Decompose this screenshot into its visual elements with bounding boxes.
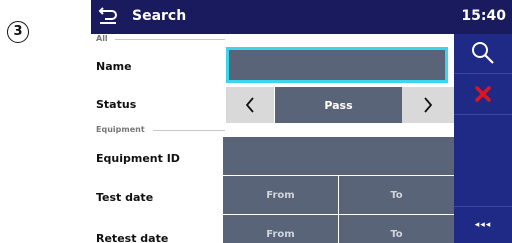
- status-value: Pass: [275, 87, 402, 123]
- more-button[interactable]: ◂◂◂: [454, 207, 512, 243]
- section-all-label: All: [96, 34, 108, 43]
- search-button[interactable]: [454, 34, 512, 72]
- equipment-id-label: Equipment ID: [96, 152, 180, 165]
- retest-date-label: Retest date: [96, 232, 169, 243]
- status-prev-button[interactable]: [226, 87, 274, 123]
- step-marker: ③ 3: [7, 21, 29, 43]
- name-label: Name: [96, 60, 132, 73]
- equipment-id-input[interactable]: [223, 137, 454, 175]
- test-date-from-button[interactable]: From: [223, 176, 338, 214]
- name-input[interactable]: [226, 47, 448, 83]
- clear-x-icon: [475, 86, 491, 102]
- search-form: All Name Status Pass Equipment Equipment…: [91, 34, 454, 243]
- instrument-screen: Search 15:40 All Name Status Pass Equipm…: [91, 0, 512, 243]
- status-next-button[interactable]: [402, 87, 454, 123]
- status-label: Status: [96, 98, 137, 111]
- section-divider: [115, 39, 225, 40]
- test-date-to-button[interactable]: To: [339, 176, 454, 214]
- search-icon: [472, 42, 494, 64]
- page-title: Search: [132, 8, 187, 24]
- section-equipment-label: Equipment: [96, 125, 145, 134]
- chevron-right-icon: [424, 97, 433, 113]
- clear-button[interactable]: [454, 74, 512, 114]
- title-bar: Search 15:40: [91, 0, 512, 34]
- back-arrow-icon[interactable]: [97, 4, 119, 26]
- retest-date-to-button[interactable]: To: [339, 215, 454, 243]
- section-divider: [153, 130, 225, 131]
- right-sidebar: ◂◂◂: [454, 34, 512, 243]
- chevron-left-icon: [245, 97, 254, 113]
- test-date-label: Test date: [96, 191, 154, 204]
- retest-date-from-button[interactable]: From: [223, 215, 338, 243]
- clock: 15:40: [461, 8, 506, 24]
- sidebar-divider: [454, 114, 512, 115]
